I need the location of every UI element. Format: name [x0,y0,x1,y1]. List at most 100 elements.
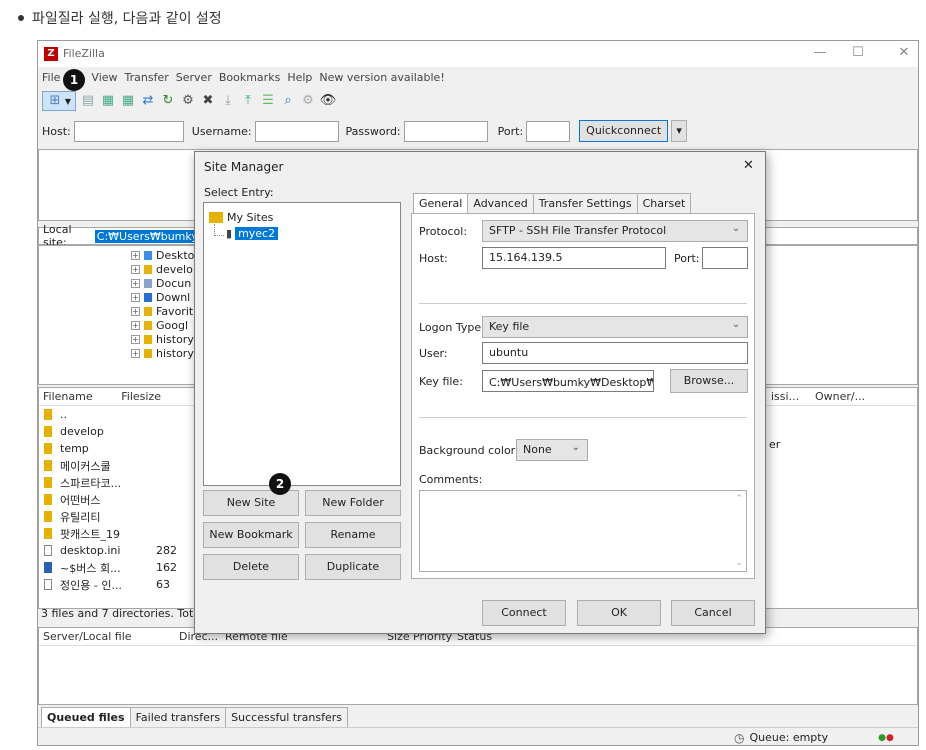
delete-button[interactable]: Delete [203,554,299,580]
select-entry-label: Select Entry: [204,186,274,199]
tab-successful-transfers[interactable]: Successful transfers [225,707,349,727]
tree-my-sites[interactable]: My Sites [209,211,273,224]
ok-button[interactable]: OK [577,600,661,626]
file-row[interactable]: 스파르타코... [39,474,197,491]
menu-file[interactable]: File [42,71,60,87]
file-row[interactable]: temp [39,440,197,457]
dialog-close-button[interactable]: ✕ [743,158,754,173]
file-row[interactable]: 메이커스쿨 [39,457,197,474]
site-manager-toolbar-button[interactable]: ⊞ ▼ [42,91,76,111]
quickconnect-button[interactable]: Quickconnect [579,120,669,142]
tab-failed-transfers[interactable]: Failed transfers [129,707,227,727]
file-row[interactable]: develop [39,423,197,440]
menu-help[interactable]: Help [287,71,312,87]
browse-button[interactable]: Browse... [670,369,748,393]
ini-file-icon [44,545,52,556]
compare-icon[interactable]: ⌕ [280,93,296,109]
cancel-icon[interactable]: ✖ [200,93,216,109]
divider [419,303,747,304]
menu-new-version[interactable]: New version available! [319,71,444,87]
rename-button[interactable]: Rename [305,522,401,548]
tab-advanced[interactable]: Advanced [467,193,534,213]
tree-item-develop[interactable]: + develo [131,262,197,276]
file-row[interactable]: ~$버스 회... 162 [39,559,197,576]
folder-icon [44,511,52,522]
new-folder-button[interactable]: New Folder [305,490,401,516]
menu-bookmarks[interactable]: Bookmarks [219,71,280,87]
menu-view[interactable]: View [91,71,117,87]
queue-status-text: Queue: empty [749,731,829,744]
host-input[interactable] [73,120,184,142]
cancel-button[interactable]: Cancel [671,600,755,626]
local-file-list: Filename Filesize .. develop temp 메이커스쿨 … [38,387,198,609]
duplicate-button[interactable]: Duplicate [305,554,401,580]
scroll-up-icon[interactable]: ⌃ [735,494,743,504]
filter-icon[interactable]: ☰ [260,93,276,109]
host-field[interactable]: 15.164.139.5 [482,247,666,269]
port-field[interactable] [702,247,748,269]
password-label: Password: [345,124,401,138]
connect-button[interactable]: Connect [482,600,566,626]
file-row[interactable]: 팟캐스트_19 [39,525,197,542]
username-input[interactable] [254,120,339,142]
transfer-queue-icon[interactable]: ⇄ [140,93,156,109]
local-tree-icon[interactable]: ▦ [100,93,116,109]
tree-item-history-2[interactable]: + history [131,346,197,360]
menu-server[interactable]: Server [176,71,212,87]
local-path-input[interactable]: C:₩Users₩bumky₩ [94,229,197,243]
refresh-icon[interactable]: ↻ [160,93,176,109]
reconnect-icon[interactable]: ⤒ [240,93,256,109]
tree-item-myec2[interactable]: ▮ myec2 [226,227,279,240]
tab-charset[interactable]: Charset [636,193,692,213]
port-input[interactable] [526,120,571,142]
tab-general[interactable]: General [413,193,469,213]
sync-browse-icon[interactable]: ⚙ [300,93,316,109]
new-bookmark-button[interactable]: New Bookmark [203,522,299,548]
scroll-down-icon[interactable]: ⌄ [735,558,743,568]
background-color-select[interactable]: None ⌄ [516,439,588,461]
file-row[interactable]: 유틸리티 [39,508,197,525]
chevron-down-icon: ⌄ [731,223,740,234]
protocol-select[interactable]: SFTP - SSH File Transfer Protocol ⌄ [482,220,748,242]
window-close-button[interactable]: ✕ [896,45,912,60]
message-log-icon[interactable]: ▤ [80,93,96,109]
file-row[interactable]: 어떤버스 [39,491,197,508]
tree-item-documents[interactable]: + Docun [131,276,197,290]
tree-item-history[interactable]: + history [131,332,197,346]
tree-item-downloads[interactable]: + Downl [131,290,197,304]
password-input[interactable] [403,120,488,142]
file-row[interactable]: 정인용 - 인... 63 [39,576,197,593]
desktop-folder-icon [144,250,152,260]
step-badge-1: 1 [63,69,85,91]
keyfile-field[interactable]: C:₩Users₩bumky₩Desktop₩스ㅍ [482,370,654,392]
queue-server-header[interactable]: Server/Local file [43,630,179,643]
file-row[interactable]: .. [39,406,197,423]
binoculars-icon[interactable]: 👁 [320,93,337,109]
tree-item-google[interactable]: + Googl [131,318,197,332]
disconnect-icon[interactable]: ⤓ [220,93,236,109]
user-field[interactable]: ubuntu [482,342,748,364]
filename-column-header[interactable]: Filename [43,390,115,403]
tree-item-favorites[interactable]: + Favorit [131,304,197,318]
username-label: Username: [191,124,252,138]
quickconnect-dropdown-button[interactable]: ▾ [671,120,688,142]
process-queue-icon[interactable]: ⚙ [180,93,196,109]
remote-file-list: issi... Owner/... er [758,387,918,609]
minimize-button[interactable]: — [812,45,828,60]
tab-queued-files[interactable]: Queued files [41,707,131,727]
comments-textarea[interactable]: ⌃ ⌄ [419,490,747,572]
menu-transfer[interactable]: Transfer [125,71,169,87]
tab-transfer-settings[interactable]: Transfer Settings [532,193,638,213]
owner-column-header[interactable]: Owner/... [815,390,865,403]
file-row[interactable]: desktop.ini 282 [39,542,197,559]
menu-bar: File View Transfer Server Bookmarks Help… [38,71,452,87]
logon-type-select[interactable]: Key file ⌄ [482,316,748,338]
maximize-button[interactable]: ☐ [850,45,866,60]
filesize-column-header[interactable]: Filesize [115,390,161,403]
tree-item-desktop[interactable]: + Deskto [131,248,197,262]
comments-label: Comments: [419,473,483,486]
quickconnect-bar: Host: Username: Password: Port: Quickcon… [38,119,918,143]
folder-icon [44,460,52,471]
remote-tree-icon[interactable]: ▦ [120,93,136,109]
permissions-column-header[interactable]: issi... [771,390,811,403]
